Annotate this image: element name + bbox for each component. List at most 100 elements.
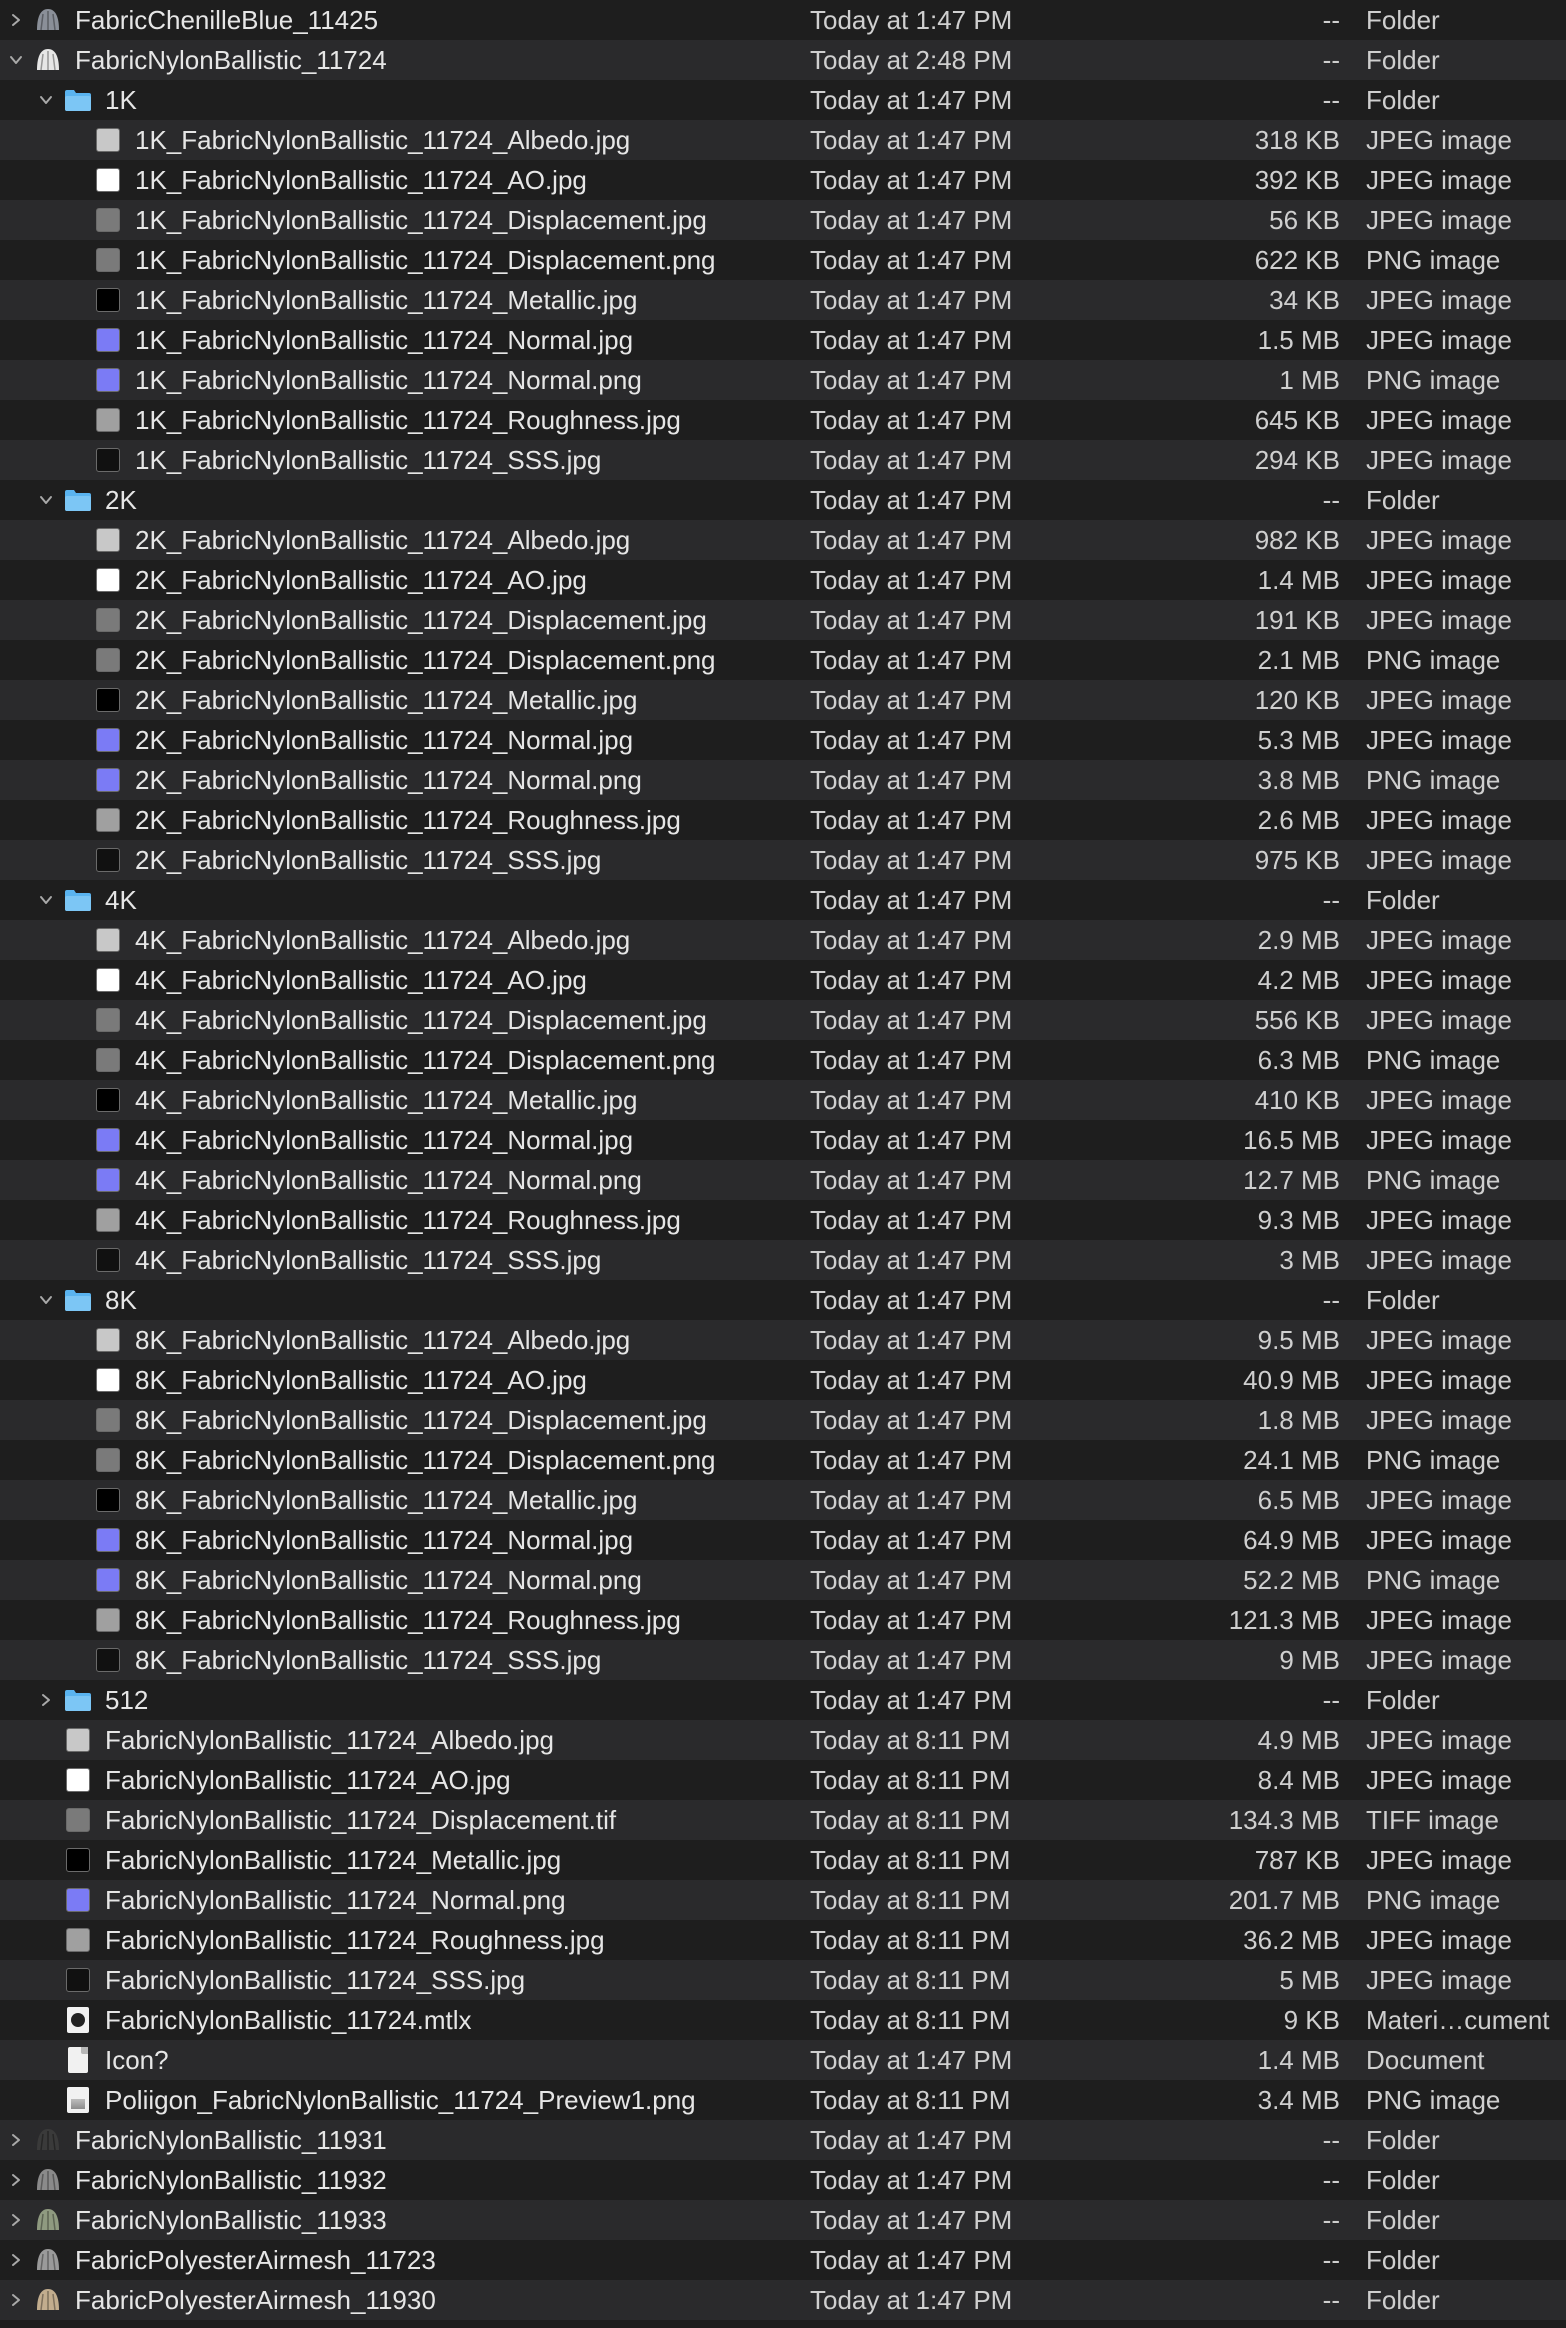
file-name: 4K_FabricNylonBallistic_11724_Normal.jpg (135, 1125, 634, 1155)
chevron-right-icon[interactable] (34, 1680, 58, 1720)
file-row[interactable]: 2K_FabricNylonBallistic_11724_Metallic.j… (0, 680, 1566, 720)
file-row[interactable]: 8K Today at 1:47 PM -- Folder (0, 1280, 1566, 1320)
file-row[interactable]: 4K_FabricNylonBallistic_11724_Displaceme… (0, 1040, 1566, 1080)
chevron-right-icon[interactable] (4, 2120, 28, 2160)
file-row[interactable]: 2K_FabricNylonBallistic_11724_Displaceme… (0, 640, 1566, 680)
file-row[interactable]: FabricNylonBallistic_11933 Today at 1:47… (0, 2200, 1566, 2240)
file-row[interactable]: 4K_FabricNylonBallistic_11724_Albedo.jpg… (0, 920, 1566, 960)
file-row[interactable]: 2K_FabricNylonBallistic_11724_Displaceme… (0, 600, 1566, 640)
file-name: FabricNylonBallistic_11724_Normal.png (105, 1885, 566, 1915)
file-row[interactable]: 4K_FabricNylonBallistic_11724_SSS.jpg To… (0, 1240, 1566, 1280)
chevron-down-icon[interactable] (34, 880, 58, 920)
file-row[interactable]: 1K Today at 1:47 PM -- Folder (0, 80, 1566, 120)
file-row[interactable]: FabricNylonBallistic_11724_Metallic.jpg … (0, 1840, 1566, 1880)
file-kind: JPEG image (1366, 205, 1512, 235)
chevron-down-icon[interactable] (4, 40, 28, 80)
file-row[interactable]: 2K Today at 1:47 PM -- Folder (0, 480, 1566, 520)
file-kind: Folder (1366, 2205, 1440, 2235)
file-row[interactable]: 2K_FabricNylonBallistic_11724_SSS.jpg To… (0, 840, 1566, 880)
file-row[interactable]: FabricPolyesterAirmesh_11930 Today at 1:… (0, 2280, 1566, 2320)
chevron-right-icon[interactable] (4, 2280, 28, 2320)
file-kind: Folder (1366, 885, 1440, 915)
file-row[interactable]: 1K_FabricNylonBallistic_11724_Displaceme… (0, 200, 1566, 240)
date-modified: Today at 1:47 PM (810, 1205, 1013, 1235)
file-row[interactable]: 4K_FabricNylonBallistic_11724_Roughness.… (0, 1200, 1566, 1240)
file-name: 1K_FabricNylonBallistic_11724_Metallic.j… (135, 285, 638, 315)
file-row[interactable]: 4K_FabricNylonBallistic_11724_Normal.jpg… (0, 1120, 1566, 1160)
file-row[interactable]: FabricNylonBallistic_11724_Displacement.… (0, 1800, 1566, 1840)
file-kind: JPEG image (1366, 845, 1512, 875)
swatch-icon (64, 1846, 92, 1874)
file-row[interactable]: 8K_FabricNylonBallistic_11724_Normal.jpg… (0, 1520, 1566, 1560)
chevron-right-icon[interactable] (4, 0, 28, 40)
file-row[interactable]: 4K_FabricNylonBallistic_11724_Normal.png… (0, 1160, 1566, 1200)
file-row[interactable]: 4K_FabricNylonBallistic_11724_Metallic.j… (0, 1080, 1566, 1120)
file-row[interactable]: FabricChenilleBlue_11425 Today at 1:47 P… (0, 0, 1566, 40)
file-row[interactable]: 512 Today at 1:47 PM -- Folder (0, 1680, 1566, 1720)
file-row[interactable]: 1K_FabricNylonBallistic_11724_AO.jpg Tod… (0, 160, 1566, 200)
file-kind: PNG image (1366, 645, 1501, 675)
file-size: 2.1 MB (1257, 645, 1340, 675)
file-size: 645 KB (1254, 405, 1340, 435)
file-row[interactable]: FabricNylonBallistic_11724_Roughness.jpg… (0, 1920, 1566, 1960)
file-row[interactable]: 8K_FabricNylonBallistic_11724_Normal.png… (0, 1560, 1566, 1600)
file-row[interactable]: 2K_FabricNylonBallistic_11724_AO.jpg Tod… (0, 560, 1566, 600)
cloth-icon (34, 2286, 62, 2314)
file-row[interactable]: FabricNylonBallistic_11724.mtlx Today at… (0, 2000, 1566, 2040)
date-modified: Today at 1:47 PM (810, 1085, 1013, 1115)
chevron-right-icon[interactable] (4, 2200, 28, 2240)
file-row[interactable]: FabricNylonBallistic_11724_AO.jpg Today … (0, 1760, 1566, 1800)
file-row[interactable]: 8K_FabricNylonBallistic_11724_Roughness.… (0, 1600, 1566, 1640)
file-row[interactable]: 8K_FabricNylonBallistic_11724_Metallic.j… (0, 1480, 1566, 1520)
file-row[interactable]: Poliigon_FabricNylonBallistic_11724_Prev… (0, 2080, 1566, 2120)
date-modified: Today at 1:47 PM (810, 5, 1013, 35)
swatch-icon (94, 1446, 122, 1474)
swatch-icon (94, 406, 122, 434)
date-modified: Today at 1:47 PM (810, 1005, 1013, 1035)
file-row[interactable]: 4K_FabricNylonBallistic_11724_Displaceme… (0, 1000, 1566, 1040)
file-size: 2.6 MB (1257, 805, 1340, 835)
file-row[interactable]: 2K_FabricNylonBallistic_11724_Normal.png… (0, 760, 1566, 800)
file-row[interactable]: 1K_FabricNylonBallistic_11724_Roughness.… (0, 400, 1566, 440)
chevron-down-icon[interactable] (34, 1280, 58, 1320)
file-row[interactable]: 8K_FabricNylonBallistic_11724_AO.jpg Tod… (0, 1360, 1566, 1400)
file-row[interactable]: FabricNylonBallistic_11724 Today at 2:48… (0, 40, 1566, 80)
chevron-down-icon[interactable] (34, 80, 58, 120)
file-row[interactable]: 2K_FabricNylonBallistic_11724_Roughness.… (0, 800, 1566, 840)
chevron-right-icon[interactable] (4, 2160, 28, 2200)
file-size: 5.3 MB (1257, 725, 1340, 755)
file-row[interactable]: FabricNylonBallistic_11932 Today at 1:47… (0, 2160, 1566, 2200)
file-kind: JPEG image (1366, 525, 1512, 555)
swatch-icon (94, 646, 122, 674)
file-name: 2K_FabricNylonBallistic_11724_Albedo.jpg (135, 525, 631, 555)
file-row[interactable]: 4K Today at 1:47 PM -- Folder (0, 880, 1566, 920)
swatch-icon (64, 1966, 92, 1994)
chevron-down-icon[interactable] (34, 480, 58, 520)
file-row[interactable]: 8K_FabricNylonBallistic_11724_Displaceme… (0, 1400, 1566, 1440)
file-row[interactable]: 4K_FabricNylonBallistic_11724_AO.jpg Tod… (0, 960, 1566, 1000)
file-row[interactable]: 1K_FabricNylonBallistic_11724_SSS.jpg To… (0, 440, 1566, 480)
chevron-right-icon[interactable] (4, 2240, 28, 2280)
file-row[interactable]: 2K_FabricNylonBallistic_11724_Albedo.jpg… (0, 520, 1566, 560)
file-row[interactable]: 1K_FabricNylonBallistic_11724_Normal.jpg… (0, 320, 1566, 360)
file-row[interactable]: 8K_FabricNylonBallistic_11724_SSS.jpg To… (0, 1640, 1566, 1680)
file-row[interactable]: FabricNylonBallistic_11724_Albedo.jpg To… (0, 1720, 1566, 1760)
file-row[interactable]: 1K_FabricNylonBallistic_11724_Normal.png… (0, 360, 1566, 400)
file-row[interactable]: FabricNylonBallistic_11724_Normal.png To… (0, 1880, 1566, 1920)
file-row[interactable]: 1K_FabricNylonBallistic_11724_Displaceme… (0, 240, 1566, 280)
date-modified: Today at 1:47 PM (810, 885, 1013, 915)
date-modified: Today at 1:47 PM (810, 685, 1013, 715)
file-row[interactable]: 8K_FabricNylonBallistic_11724_Displaceme… (0, 1440, 1566, 1480)
file-row[interactable]: FabricNylonBallistic_11724_SSS.jpg Today… (0, 1960, 1566, 2000)
file-row[interactable]: 8K_FabricNylonBallistic_11724_Albedo.jpg… (0, 1320, 1566, 1360)
file-row[interactable]: Icon? Today at 1:47 PM 1.4 MB Document (0, 2040, 1566, 2080)
file-row[interactable]: FabricNylonBallistic_11931 Today at 1:47… (0, 2120, 1566, 2160)
file-row[interactable]: FabricPolyesterAirmesh_11723 Today at 1:… (0, 2240, 1566, 2280)
file-row[interactable]: 2K_FabricNylonBallistic_11724_Normal.jpg… (0, 720, 1566, 760)
date-modified: Today at 1:47 PM (810, 725, 1013, 755)
file-row[interactable]: 1K_FabricNylonBallistic_11724_Albedo.jpg… (0, 120, 1566, 160)
swatch-icon (94, 1046, 122, 1074)
folder-icon (64, 1286, 92, 1314)
swatch-icon (64, 1886, 92, 1914)
file-row[interactable]: 1K_FabricNylonBallistic_11724_Metallic.j… (0, 280, 1566, 320)
